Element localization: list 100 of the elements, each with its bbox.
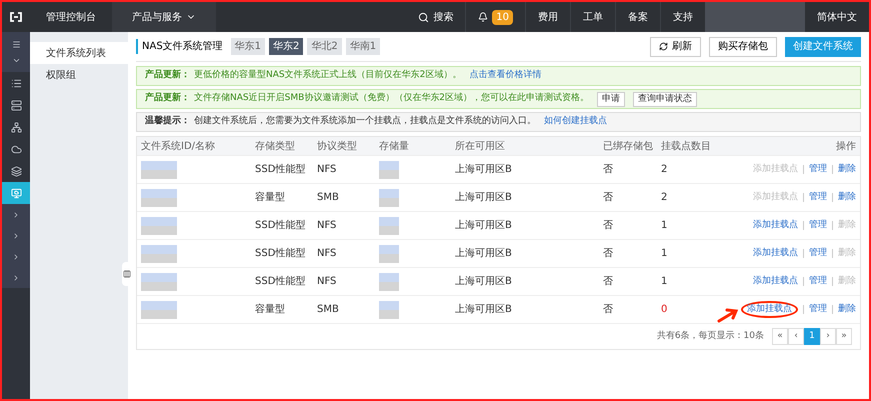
sidebar-item[interactable]: 权限组 — [30, 64, 128, 86]
redacted-block — [141, 160, 177, 178]
table-cell-text: 上海可用区B — [455, 302, 513, 317]
redacted-block — [379, 160, 399, 178]
notice-link[interactable]: 点击查看价格详情 — [469, 69, 542, 83]
service-icon[interactable] — [10, 166, 22, 176]
table-cell-text: SSD性能型 — [255, 274, 306, 289]
column-header: 挂载点数目 — [661, 140, 712, 154]
table-cell-text: SSD性能型 — [255, 162, 306, 177]
notice-button[interactable]: 申请 — [596, 92, 625, 106]
notice-text: 创建文件系统后，您需要为文件系统添加一个挂载点，挂载点是文件系统的访问入口。 — [194, 115, 536, 128]
expand-icon[interactable] — [12, 274, 20, 282]
console-link[interactable]: 管理控制台 — [30, 10, 112, 24]
page-button[interactable]: « — [772, 328, 788, 345]
add-mount-link[interactable]: 添加挂载点 — [753, 248, 798, 258]
products-menu[interactable]: 产品与服务 — [112, 2, 216, 32]
nav-link[interactable]: 备案 — [615, 2, 660, 32]
column-header: 文件系统ID/名称 — [140, 140, 216, 154]
table-cell-text: 1 — [661, 247, 668, 261]
manage-link[interactable]: 管理 — [809, 218, 827, 232]
table-cell-text: 上海可用区B — [455, 190, 513, 205]
expand-icon[interactable] — [12, 210, 20, 218]
page-button[interactable]: › — [820, 328, 836, 345]
pagination-summary: 共有6条，每页显示：10条 — [656, 330, 764, 343]
manage-link[interactable]: 管理 — [809, 302, 827, 316]
page-button[interactable]: 1 — [804, 328, 820, 345]
table-cell-text: SSD性能型 — [255, 218, 306, 233]
redacted-block — [379, 216, 399, 234]
manage-link[interactable]: 管理 — [809, 190, 827, 204]
notice-text: 更低价格的容量型NAS文件系统正式上线（目前仅在华东2区域）。 — [194, 69, 462, 82]
notice-label: 产品更新： — [145, 92, 190, 106]
region-tab[interactable]: 华北2 — [307, 38, 342, 55]
manage-link[interactable]: 管理 — [809, 246, 827, 260]
notice-text: 文件存储NAS近日开启SMB协议邀请测试（免费）（仅在华东2区域），您可以在此申请测试资格。 — [194, 92, 589, 106]
column-header: 已绑存储包 — [603, 140, 654, 154]
bell-icon[interactable] — [478, 12, 488, 22]
create-button[interactable]: 创建文件系统 — [785, 36, 861, 56]
search-button[interactable]: 搜索 — [406, 10, 466, 24]
table-cell-text: 否 — [603, 247, 614, 261]
table-cell-text: SMB — [317, 303, 340, 317]
table-cell-text: 上海可用区B — [455, 274, 513, 289]
language-menu[interactable]: 简体中文 — [805, 10, 869, 24]
refresh-button[interactable]: 刷新 — [650, 36, 701, 56]
buy-button[interactable]: 购买存储包 — [709, 36, 777, 56]
table-cell-text: NFS — [317, 247, 338, 261]
region-tab[interactable]: 华东1 — [230, 38, 266, 55]
table-cell-text: 容量型 — [255, 302, 286, 317]
page-button[interactable]: ‹ — [788, 328, 804, 345]
add-mount-link[interactable]: 添加挂载点 — [753, 220, 798, 230]
column-header: 存储类型 — [255, 140, 296, 154]
table-cell-text: 否 — [603, 163, 614, 177]
table-cell-text: 否 — [603, 219, 614, 233]
sidebar-item[interactable]: 文件系统列表 — [30, 42, 128, 64]
column-header: 协议类型 — [317, 140, 358, 154]
table-cell-text: NFS — [317, 275, 338, 289]
annotation-arrow — [717, 306, 739, 323]
table-cell-text: 否 — [603, 303, 614, 317]
redacted-block — [379, 244, 399, 262]
nav-link[interactable]: 费用 — [525, 2, 570, 32]
service-icon[interactable] — [10, 122, 22, 132]
region-tab[interactable]: 华东2 — [269, 38, 304, 55]
table-cell-text: 上海可用区B — [455, 162, 513, 177]
redacted-block — [379, 188, 399, 206]
table-cell-text: SMB — [317, 191, 340, 205]
column-header: 操作 — [835, 140, 857, 154]
storage-icon — [10, 188, 22, 198]
notice-link[interactable]: 如何创建挂载点 — [544, 115, 607, 129]
redacted-block — [141, 272, 177, 290]
logo-icon[interactable] — [9, 12, 23, 22]
table-cell-text: 2 — [661, 191, 668, 205]
redacted-block — [379, 272, 399, 290]
column-header: 存储量 — [379, 140, 410, 154]
collapse-icon[interactable] — [123, 270, 131, 278]
region-tab[interactable]: 华南1 — [346, 38, 380, 55]
column-header: 所在可用区 — [455, 140, 506, 154]
table-cell-text: 1 — [661, 219, 668, 233]
table-cell-text: 容量型 — [255, 190, 286, 205]
service-icon[interactable] — [10, 100, 22, 110]
table-cell-text: 否 — [603, 191, 614, 205]
notice-label: 温馨提示： — [145, 115, 190, 128]
delete-link[interactable]: 删除 — [838, 302, 856, 316]
add-mount-link[interactable]: 添加挂载点 — [753, 276, 798, 286]
delete-link[interactable]: 删除 — [838, 190, 856, 204]
manage-link[interactable]: 管理 — [809, 274, 827, 288]
menu-icon[interactable] — [12, 40, 20, 48]
expand-icon[interactable] — [12, 252, 20, 260]
table-cell-text: 0 — [661, 303, 668, 317]
delete-link[interactable]: 删除 — [838, 162, 856, 176]
redacted-block — [141, 216, 177, 234]
notice-button[interactable]: 查询申请状态 — [632, 92, 697, 106]
service-icon[interactable] — [10, 144, 22, 154]
page-button[interactable]: » — [836, 328, 852, 345]
table-cell-text: 否 — [603, 275, 614, 289]
notice-label: 产品更新： — [145, 69, 190, 82]
expand-icon[interactable] — [12, 232, 20, 240]
table-cell-text: NFS — [317, 163, 338, 177]
manage-link[interactable]: 管理 — [809, 162, 827, 176]
refresh-icon — [659, 42, 668, 51]
nav-link[interactable]: 工单 — [570, 2, 615, 32]
redacted-block — [379, 300, 399, 318]
